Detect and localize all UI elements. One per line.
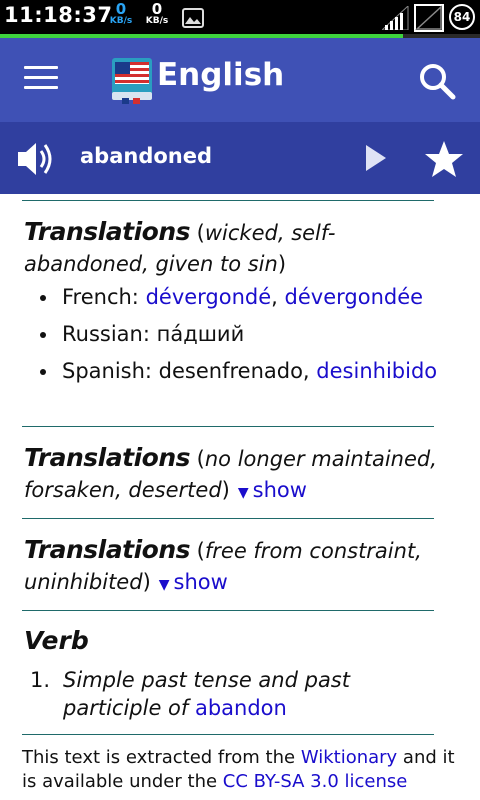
definition-item: 1. Simple past tense and past participle… (24, 666, 444, 722)
divider (22, 200, 434, 201)
cell-signal-icon (414, 4, 444, 32)
translation-list: French: dévergondé, dévergondée Russian:… (24, 283, 444, 394)
definition-number: 1. (30, 668, 51, 692)
entry-content: Translations (wicked, self-abandoned, gi… (0, 194, 480, 800)
app-bar: English (0, 38, 480, 122)
speaker-icon[interactable] (16, 140, 56, 178)
section-heading: Translations (24, 535, 191, 564)
upload-speed-unit: KB/s (145, 16, 169, 26)
wifi-signal-icon (382, 6, 409, 30)
divider (22, 426, 434, 427)
divider (22, 518, 434, 519)
attribution-footer: This text is extracted from the Wiktiona… (22, 747, 455, 792)
part-of-speech-heading: Verb (24, 626, 89, 655)
definition-text: Simple past tense and past participle of… (63, 668, 350, 720)
star-icon[interactable] (424, 140, 464, 178)
translations-heading-3: Translations (free from constraint, unin… (24, 535, 422, 594)
dictionary-flag-icon (112, 58, 152, 104)
upload-speed-value: 0 (151, 0, 163, 18)
license-link[interactable]: CC BY-SA 3.0 license (223, 771, 408, 792)
expand-arrow-icon[interactable]: ▼ (238, 485, 249, 501)
app-title: English (157, 57, 285, 93)
list-item: Spanish: desenfrenado, desinhibido (24, 357, 444, 385)
expand-arrow-icon[interactable]: ▼ (159, 577, 170, 593)
word-bar: abandoned (0, 122, 480, 194)
search-icon[interactable] (418, 62, 456, 100)
list-item: Russian: пáдший (24, 320, 444, 348)
status-bar: 11:18:37 0 KB/s 0 KB/s 84 (0, 0, 480, 34)
play-icon[interactable] (364, 144, 388, 172)
divider (22, 610, 434, 611)
menu-button[interactable] (24, 66, 58, 96)
section-heading: Translations (24, 443, 191, 472)
image-notification-icon (182, 8, 204, 28)
upload-speed: 0 KB/s (140, 0, 174, 27)
hamburger-menu-icon (24, 66, 58, 69)
show-toggle[interactable]: show (174, 570, 228, 594)
download-speed: 0 KB/s (104, 0, 138, 27)
download-speed-value: 0 (115, 0, 127, 18)
translations-heading-2: Translations (no longer maintained, fors… (24, 443, 437, 502)
battery-indicator: 84 (449, 4, 475, 30)
headword: abandoned (80, 144, 213, 168)
translation-link[interactable]: dévergondé (146, 285, 272, 309)
download-speed-unit: KB/s (109, 16, 133, 26)
clock: 11:18:37 (4, 3, 113, 27)
section-heading: Translations (24, 217, 191, 246)
translation-link[interactable]: dévergondée (285, 285, 424, 309)
definition-link[interactable]: abandon (195, 696, 287, 720)
wiktionary-link[interactable]: Wiktionary (301, 747, 397, 768)
list-item: French: dévergondé, dévergondée (24, 283, 444, 311)
translation-link[interactable]: desinhibido (316, 359, 437, 383)
show-toggle[interactable]: show (253, 478, 307, 502)
translations-heading-1: Translations (wicked, self-abandoned, gi… (24, 217, 336, 276)
divider (22, 734, 434, 735)
